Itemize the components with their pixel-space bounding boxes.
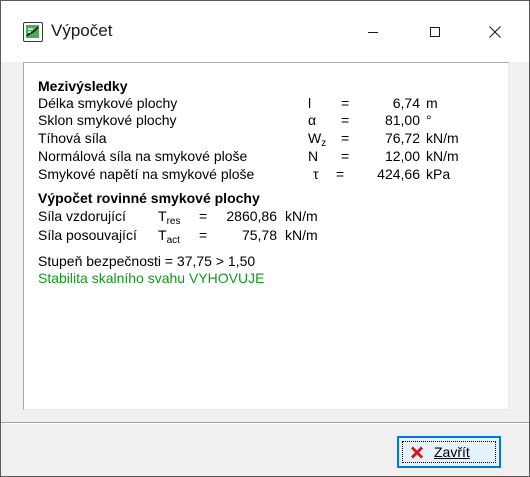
row-unit: kN/m <box>285 227 318 243</box>
intermediate-heading: Mezivýsledky <box>38 78 128 94</box>
row-symbol: l <box>308 95 312 111</box>
close-icon <box>489 26 501 38</box>
row-label: Smykové napětí na smykové ploše <box>38 166 255 182</box>
red-x-icon <box>411 446 423 459</box>
calculation-app-icon <box>23 22 43 42</box>
row-value: 81,00 <box>384 112 420 128</box>
row-unit: kPa <box>426 166 451 182</box>
row-equals: = <box>199 208 208 224</box>
row-unit: m <box>426 95 438 111</box>
row-value: 12,00 <box>384 148 420 164</box>
row-symbol: N <box>308 148 319 164</box>
stability-verdict: Stabilita skalního svahu VYHOVUJE <box>38 270 265 286</box>
row-label: Síla posouvající <box>38 227 137 243</box>
maximize-button[interactable] <box>412 15 458 49</box>
row-symbol: α <box>308 112 317 128</box>
row-label: Normálová síla na smykové ploše <box>38 148 248 164</box>
row-equals: = <box>341 148 350 164</box>
row-symbol: Tact <box>158 227 180 246</box>
row-symbol: Tres <box>158 208 181 227</box>
safety-factor-text: Stupeň bezpečnosti = 37,75 > 1,50 <box>38 253 256 269</box>
minimize-icon <box>368 32 378 33</box>
close-button-label: Zavřít <box>434 444 470 460</box>
row-value: 424,66 <box>377 166 420 182</box>
row-label: Tíhová síla <box>38 130 107 146</box>
dialog-window: Výpočet Mezivýsledky Délka smykové ploch… <box>0 0 530 477</box>
row-equals: = <box>336 166 345 182</box>
maximize-icon <box>430 27 440 37</box>
row-equals: = <box>341 112 350 128</box>
title-bar[interactable]: Výpočet <box>1 1 529 62</box>
row-value: 75,78 <box>241 227 277 243</box>
row-equals: = <box>199 227 208 243</box>
row-symbol: Wz <box>308 130 327 149</box>
row-unit: kN/m <box>285 208 318 224</box>
row-label: Sklon smykové plochy <box>38 112 177 128</box>
footer-separator <box>1 422 529 424</box>
window-title: Výpočet <box>51 21 113 40</box>
row-unit: ° <box>426 112 432 128</box>
minimize-button[interactable] <box>350 15 396 49</box>
row-value: 2860,86 <box>226 208 277 224</box>
row-value: 6,74 <box>392 95 420 111</box>
row-symbol: τ <box>313 166 319 182</box>
row-label: Síla vzdorující <box>38 208 126 224</box>
row-equals: = <box>341 95 350 111</box>
close-window-button[interactable] <box>472 15 518 49</box>
planar-heading: Výpočet rovinné smykové plochy <box>38 190 260 206</box>
row-label: Délka smykové plochy <box>38 95 178 111</box>
row-equals: = <box>341 130 350 146</box>
row-unit: kN/m <box>426 148 459 164</box>
results-panel: Mezivýsledky Délka smykové plochy l = 6,… <box>23 62 509 410</box>
row-value: 76,72 <box>384 130 420 146</box>
row-unit: kN/m <box>426 130 459 146</box>
close-button[interactable]: Zavřít <box>397 436 501 468</box>
